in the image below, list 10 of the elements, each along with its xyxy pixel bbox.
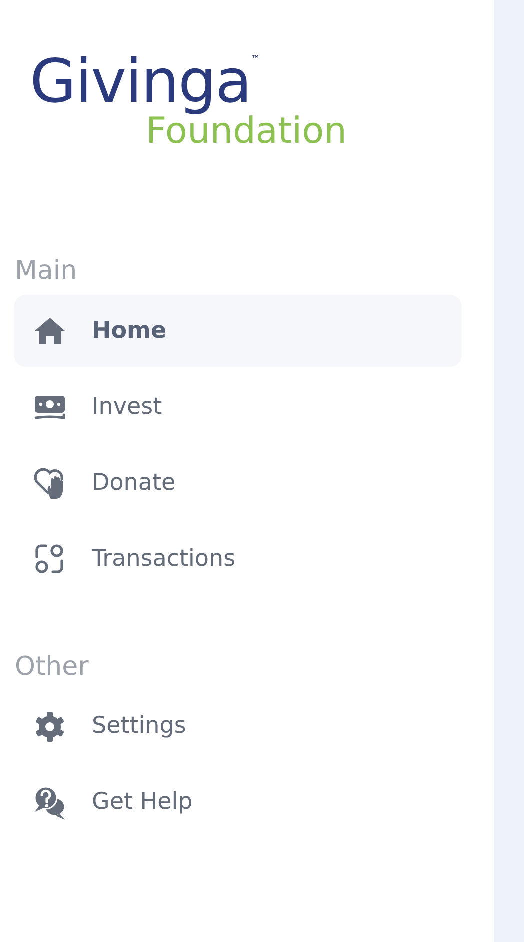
- nav-item[interactable]: Get Help: [14, 766, 462, 839]
- section-heading: Main: [15, 255, 78, 288]
- nav-item[interactable]: Invest: [14, 370, 462, 443]
- trademark-sign: ™: [251, 54, 260, 67]
- nav-item[interactable]: Home: [14, 294, 462, 367]
- nav-item[interactable]: Donate: [14, 446, 462, 519]
- logo-wordmark: Givinga: [30, 52, 252, 112]
- section-heading: Other: [15, 650, 90, 684]
- nav-item[interactable]: Transactions: [14, 522, 462, 595]
- nav-item[interactable]: Settings: [14, 690, 462, 763]
